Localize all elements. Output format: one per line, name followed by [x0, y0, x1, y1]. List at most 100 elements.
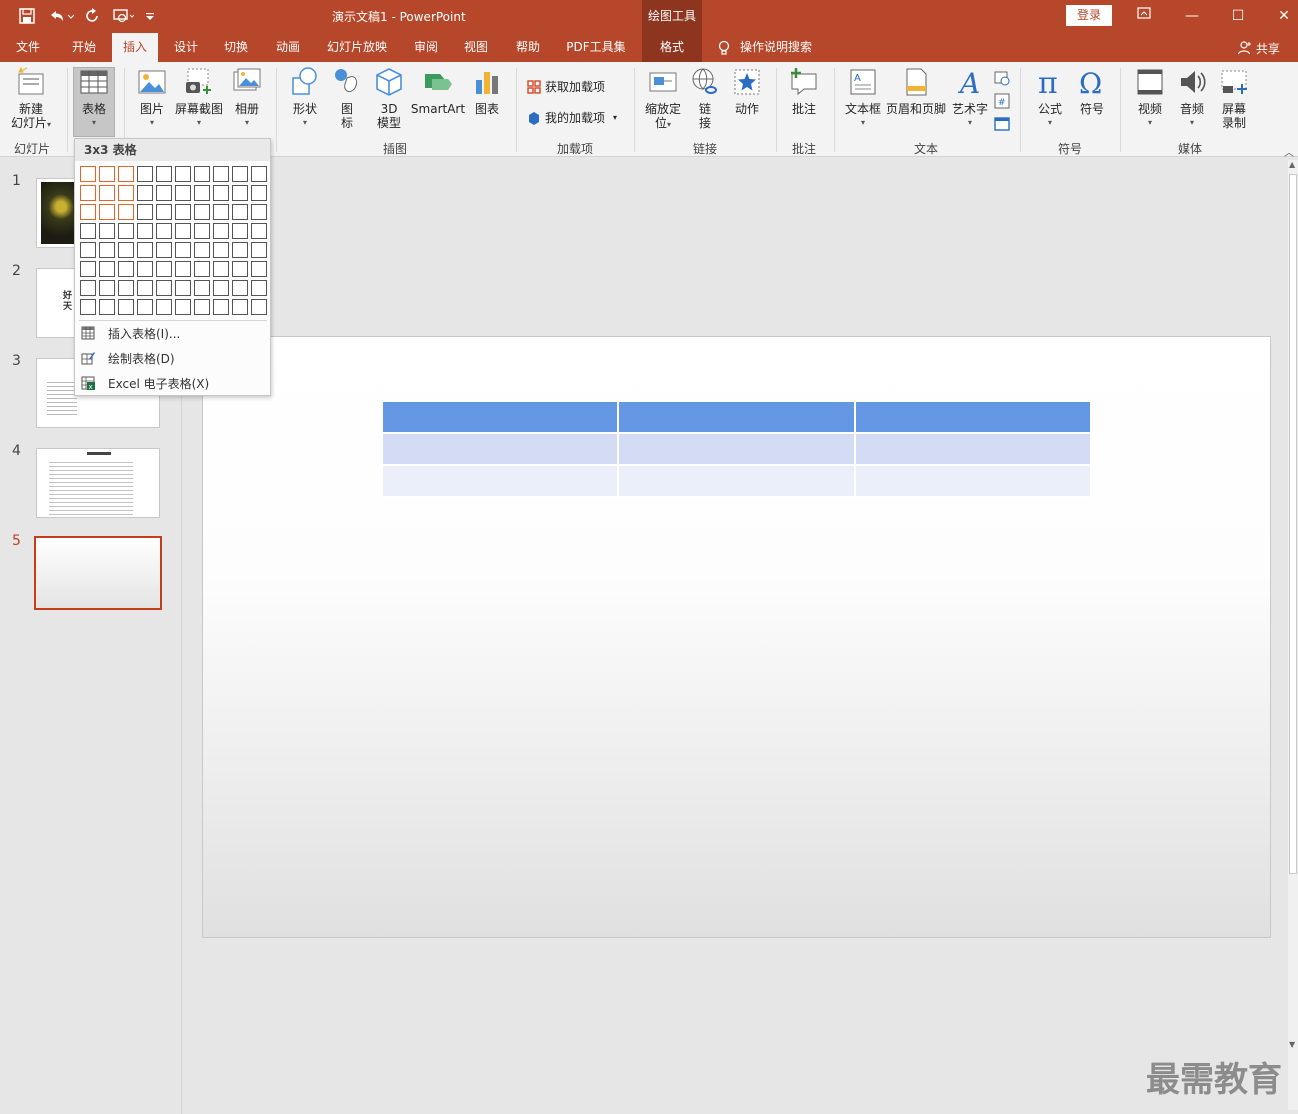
tab-insert[interactable]: 插入: [112, 33, 158, 62]
table-cell[interactable]: [380, 432, 620, 466]
table-grid-cell[interactable]: [156, 185, 172, 201]
object-button[interactable]: [994, 116, 1013, 132]
table-grid-cell[interactable]: [137, 185, 153, 201]
table-grid-cell[interactable]: [175, 166, 191, 182]
table-grid-cell[interactable]: [156, 166, 172, 182]
table-grid-cell[interactable]: [251, 223, 267, 239]
table-grid-cell[interactable]: [194, 223, 210, 239]
picture-button[interactable]: 图片 ▾: [134, 66, 170, 130]
slide-thumbnail-4[interactable]: [36, 448, 160, 518]
textbox-button[interactable]: A 文本框 ▾: [842, 66, 884, 130]
table-grid-cell[interactable]: [232, 166, 248, 182]
table-cell[interactable]: [853, 432, 1093, 466]
link-button[interactable]: 链 接: [688, 66, 722, 130]
vertical-scrollbar[interactable]: ▲ ▼: [1288, 160, 1298, 1110]
ribbon-display-options-icon[interactable]: [1132, 4, 1156, 28]
table-grid-cell[interactable]: [137, 242, 153, 258]
table-grid-cell[interactable]: [156, 280, 172, 296]
slide-canvas[interactable]: [202, 336, 1271, 938]
table-cell[interactable]: [380, 400, 620, 434]
save-icon[interactable]: [16, 6, 38, 26]
table-grid-cell[interactable]: [194, 185, 210, 201]
table-grid-cell[interactable]: [175, 223, 191, 239]
header-footer-button[interactable]: 页眉和页脚: [886, 66, 946, 116]
video-button[interactable]: 视频 ▾: [1130, 66, 1170, 130]
table-grid-cell[interactable]: [175, 204, 191, 220]
tab-transitions[interactable]: 切换: [216, 33, 256, 62]
table-grid-cell[interactable]: [175, 280, 191, 296]
table-grid-cell[interactable]: [156, 242, 172, 258]
table-grid-cell[interactable]: [232, 185, 248, 201]
3d-models-button[interactable]: 3D 模型: [370, 66, 408, 130]
slide-thumbnail-5-selected[interactable]: [34, 536, 162, 610]
table-grid-cell[interactable]: [80, 185, 96, 201]
table-grid-cell[interactable]: [118, 280, 134, 296]
table-grid-cell[interactable]: [118, 223, 134, 239]
table-grid-cell[interactable]: [118, 166, 134, 182]
table-grid-cell[interactable]: [213, 166, 229, 182]
scroll-thumb[interactable]: [1289, 174, 1297, 874]
table-grid-cell[interactable]: [251, 166, 267, 182]
tab-view[interactable]: 视图: [456, 33, 496, 62]
tab-slideshow[interactable]: 幻灯片放映: [320, 33, 394, 62]
table-grid-cell[interactable]: [156, 204, 172, 220]
table-grid-cell[interactable]: [99, 204, 115, 220]
tab-home[interactable]: 开始: [62, 33, 106, 62]
customize-toolbar-icon[interactable]: [142, 6, 158, 26]
table-grid-cell[interactable]: [137, 299, 153, 315]
excel-table-menu-item[interactable]: x Excel 电子表格(X): [79, 372, 267, 394]
icons-button[interactable]: 图 标: [330, 66, 364, 130]
table-grid-cell[interactable]: [251, 185, 267, 201]
table-size-grid[interactable]: [79, 164, 269, 317]
table-grid-cell[interactable]: [137, 261, 153, 277]
table-cell[interactable]: [380, 464, 620, 498]
table-grid-cell[interactable]: [118, 261, 134, 277]
table-cell[interactable]: [617, 432, 856, 466]
table-grid-cell[interactable]: [213, 261, 229, 277]
table-grid-cell[interactable]: [251, 204, 267, 220]
smartart-button[interactable]: SmartArt: [410, 66, 466, 116]
table-grid-cell[interactable]: [99, 166, 115, 182]
tab-file[interactable]: 文件: [8, 33, 48, 62]
table-grid-cell[interactable]: [99, 242, 115, 258]
tell-me-search[interactable]: 操作说明搜索: [740, 33, 820, 62]
table-cell[interactable]: [853, 400, 1093, 434]
my-addins-button[interactable]: 我的加载项 ▾: [526, 109, 617, 126]
table-grid-cell[interactable]: [99, 280, 115, 296]
tab-pdf-tools[interactable]: PDF工具集: [560, 33, 632, 62]
table-grid-cell[interactable]: [251, 280, 267, 296]
share-button[interactable]: 共享: [1237, 40, 1280, 57]
table-grid-cell[interactable]: [175, 299, 191, 315]
table-grid-cell[interactable]: [80, 280, 96, 296]
zoom-button[interactable]: 缩放定 位▾: [640, 66, 686, 132]
table-grid-cell[interactable]: [137, 223, 153, 239]
screenshot-button[interactable]: 屏幕截图 ▾: [172, 66, 226, 130]
table-grid-cell[interactable]: [194, 299, 210, 315]
table-grid-cell[interactable]: [99, 185, 115, 201]
table-grid-cell[interactable]: [80, 299, 96, 315]
maximize-button[interactable]: ☐: [1226, 4, 1250, 28]
tab-animations[interactable]: 动画: [268, 33, 308, 62]
action-button[interactable]: 动作: [728, 66, 766, 116]
equation-button[interactable]: π 公式 ▾: [1030, 66, 1070, 130]
table-grid-cell[interactable]: [232, 223, 248, 239]
tab-design[interactable]: 设计: [166, 33, 206, 62]
table-grid-cell[interactable]: [232, 261, 248, 277]
insert-table-menu-item[interactable]: 插入表格(I)...: [79, 322, 267, 344]
login-button[interactable]: 登录: [1066, 5, 1112, 26]
audio-button[interactable]: 音频 ▾: [1172, 66, 1212, 130]
table-grid-cell[interactable]: [118, 204, 134, 220]
photo-album-button[interactable]: 相册 ▾: [228, 66, 266, 130]
table-grid-cell[interactable]: [118, 185, 134, 201]
table-cell[interactable]: [617, 464, 856, 498]
undo-icon[interactable]: [46, 6, 76, 26]
table-grid-cell[interactable]: [232, 280, 248, 296]
slide-number-button[interactable]: #: [994, 93, 1013, 109]
tab-help[interactable]: 帮助: [508, 33, 548, 62]
comment-button[interactable]: 批注: [784, 66, 824, 116]
table-grid-cell[interactable]: [213, 280, 229, 296]
minimize-button[interactable]: —: [1180, 4, 1204, 28]
table-grid-cell[interactable]: [251, 242, 267, 258]
slide-table[interactable]: [380, 400, 1093, 498]
table-button[interactable]: 表格 ▾: [74, 66, 114, 130]
